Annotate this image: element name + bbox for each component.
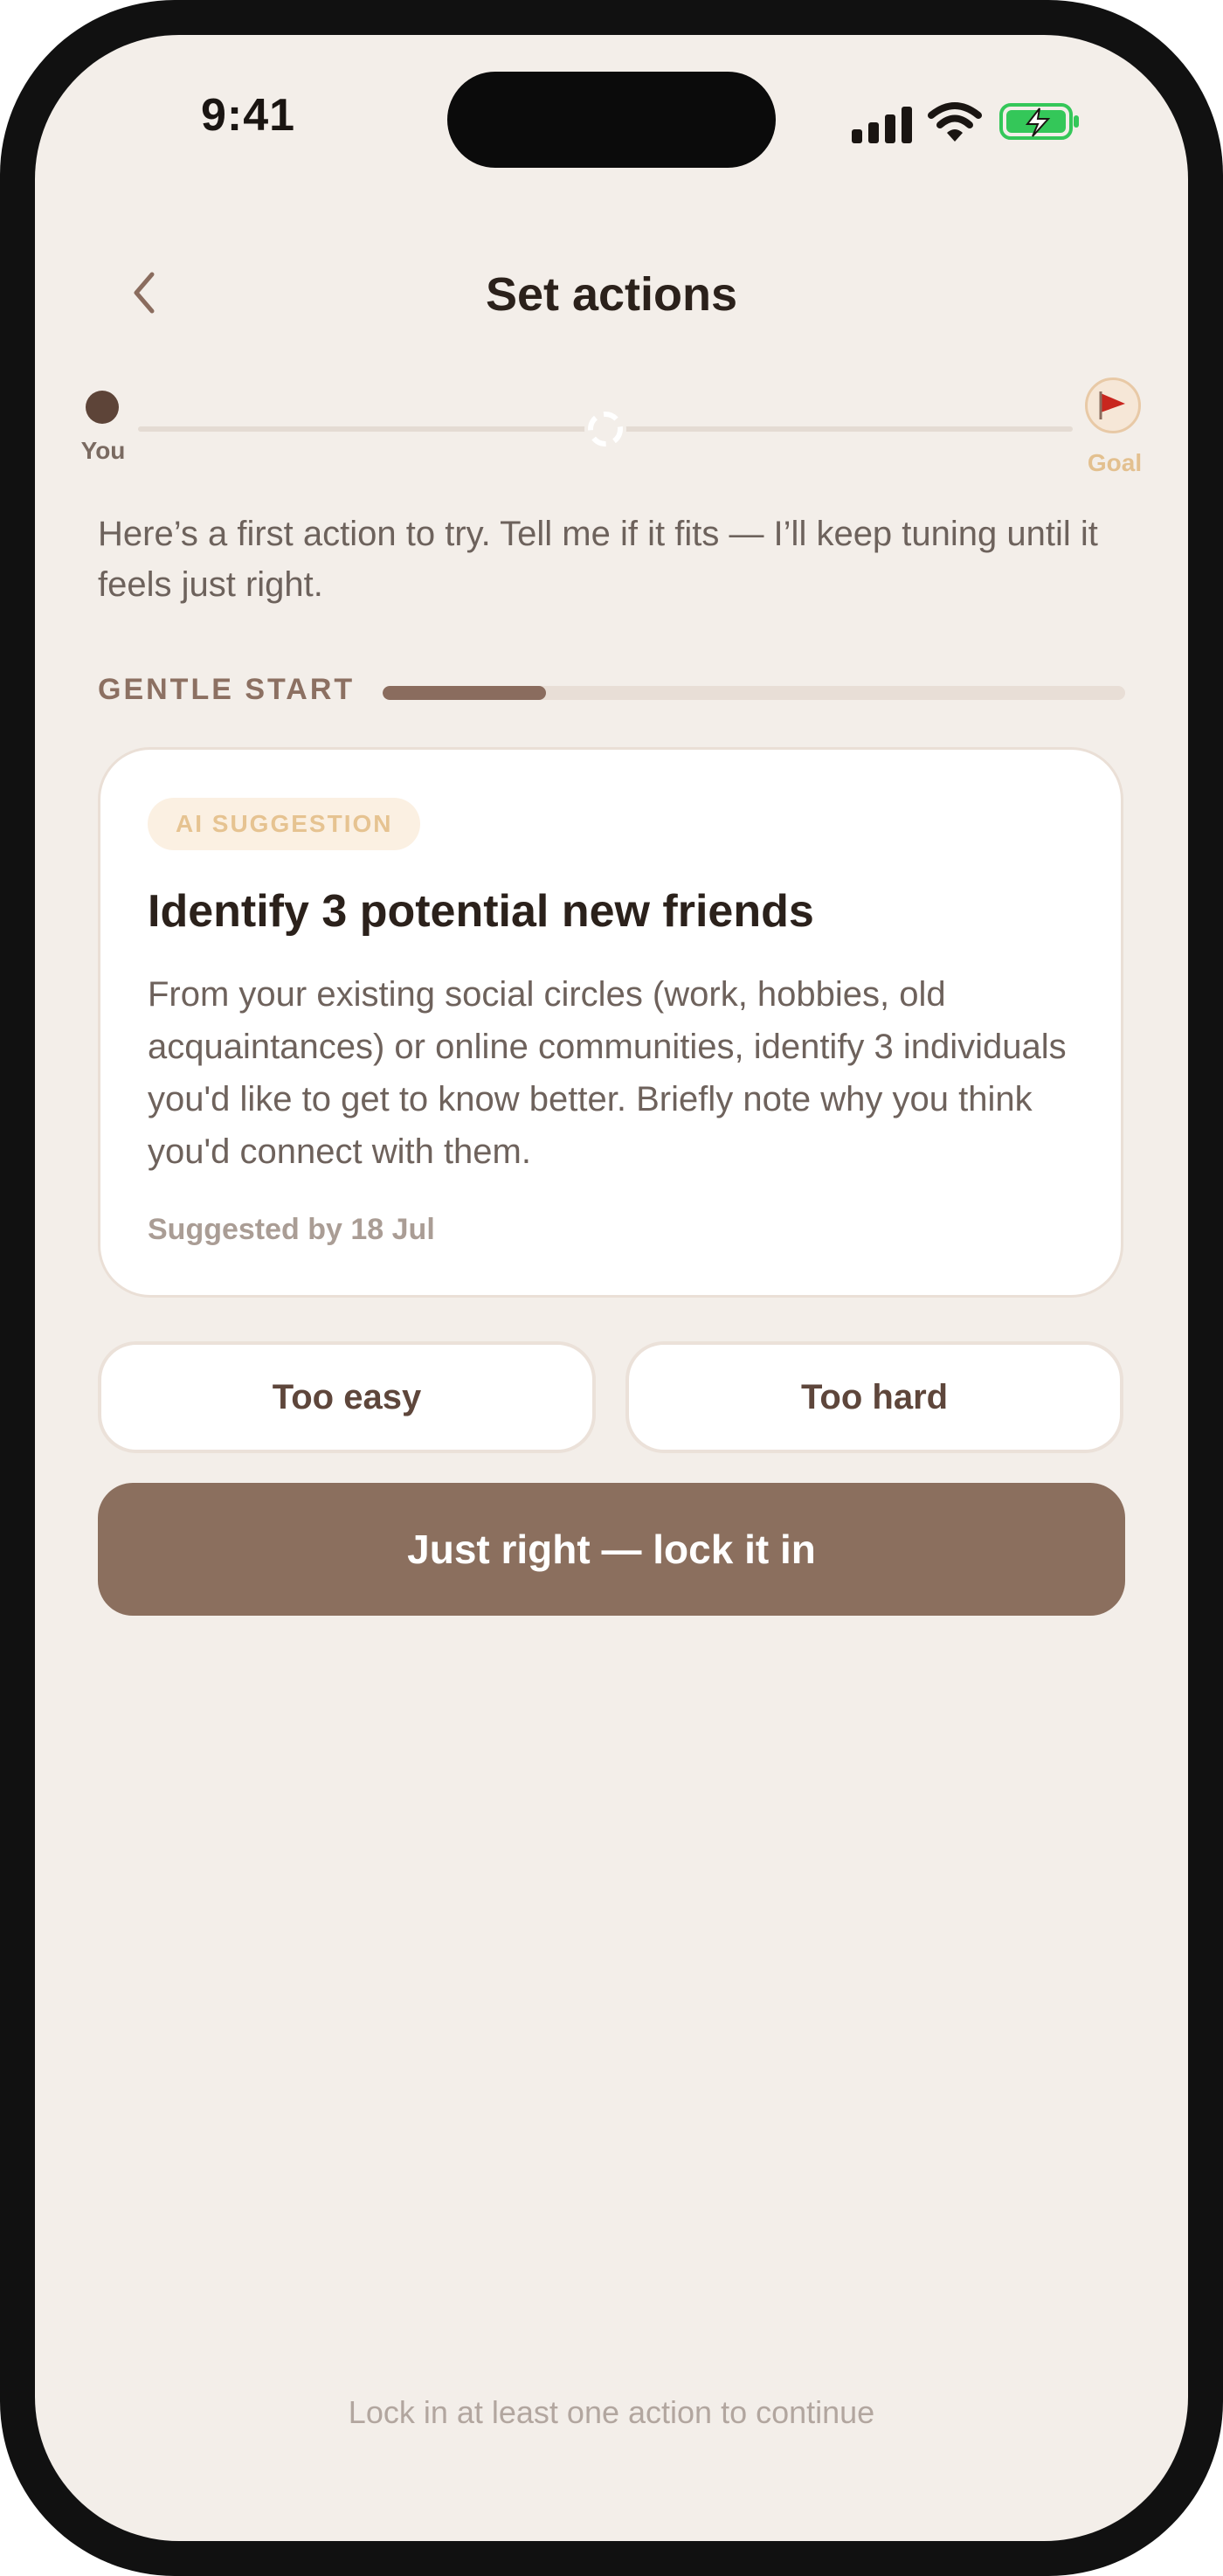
suggestion-description: From your existing social circles (work,… <box>148 975 1067 1171</box>
goal-label: Goal <box>1087 449 1143 476</box>
intro-text: Here’s a first action to try. Tell me if… <box>98 515 1098 604</box>
page-title: Set actions <box>485 268 738 321</box>
loading-marker-icon <box>584 408 626 450</box>
too-easy-button[interactable]: Too easy <box>98 1341 596 1453</box>
dynamic-island <box>447 72 776 168</box>
start-dot <box>86 391 119 424</box>
signal-icon <box>852 107 912 143</box>
battery-charging-icon <box>999 103 1079 140</box>
start-label: You <box>80 437 126 464</box>
ai-suggestion-badge: AI SUGGESTION <box>148 798 421 850</box>
suggestion-meta: Suggested by 18 Jul <box>148 1213 435 1246</box>
footer-hint: Lock in at least one action to continue <box>348 2394 875 2430</box>
status-time: 9:41 <box>201 90 296 141</box>
too-hard-button[interactable]: Too hard <box>625 1341 1123 1453</box>
journey-progress: You Goal <box>35 367 1188 489</box>
difficulty-meter: GENTLE START <box>98 673 1129 708</box>
difficulty-label: GENTLE START <box>98 673 356 706</box>
status-bar: 9:41 <box>35 35 1188 168</box>
screen: 9:41 Set actions You Goal Here’s a first… <box>35 35 1188 2541</box>
header: Set actions <box>35 245 1188 341</box>
phone-frame: 9:41 Set actions You Goal Here’s a first… <box>0 0 1223 2576</box>
lock-in-button[interactable]: Just right — lock it in <box>98 1483 1125 1616</box>
goal-badge <box>1085 377 1141 433</box>
suggestion-card: AI SUGGESTION Identify 3 potential new f… <box>98 747 1123 1298</box>
suggestion-title: Identify 3 potential new friends <box>148 886 814 937</box>
flag-icon <box>1099 391 1125 419</box>
difficulty-track <box>383 686 1125 700</box>
difficulty-fill <box>383 686 546 700</box>
wifi-icon <box>928 102 982 142</box>
